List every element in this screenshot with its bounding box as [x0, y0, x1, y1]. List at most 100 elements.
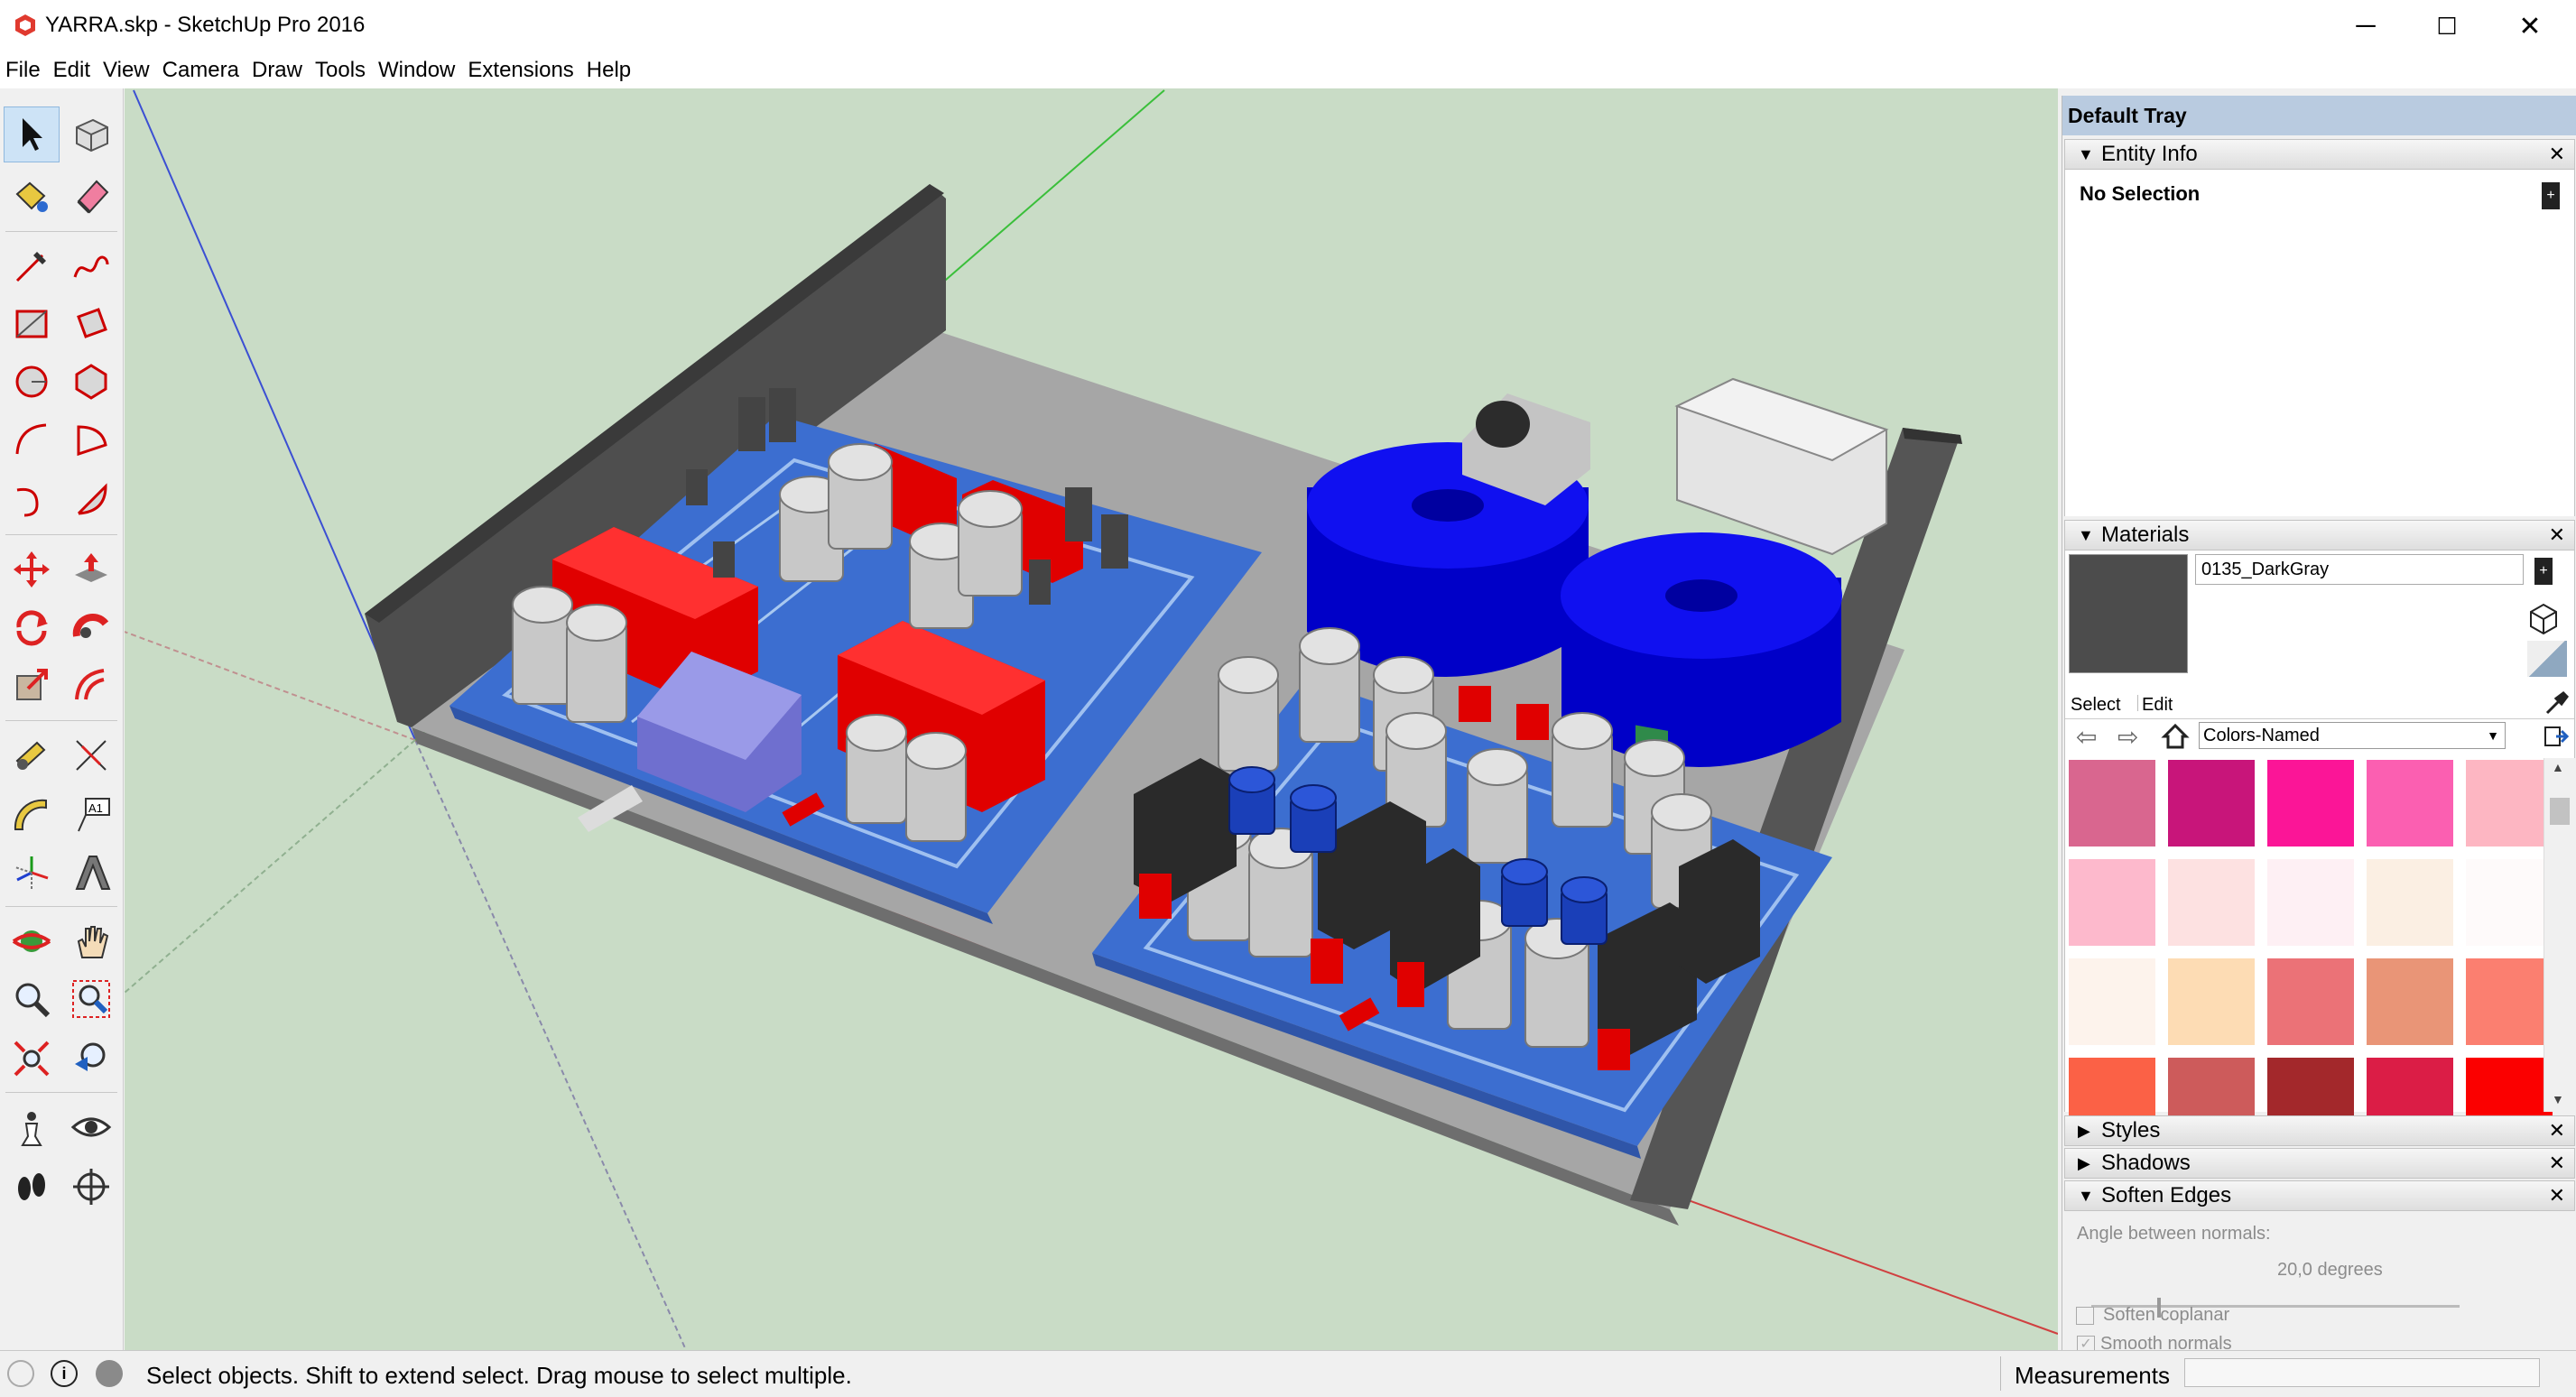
collapse-triangle-icon[interactable]: ▼: [2078, 140, 2094, 169]
eraser-tool-icon[interactable]: [63, 168, 119, 224]
menu-edit[interactable]: Edit: [53, 58, 90, 83]
material-name-field[interactable]: 0135_DarkGray: [2195, 554, 2524, 585]
maximize-button[interactable]: ☐: [2406, 7, 2488, 45]
close-icon[interactable]: ✕: [2549, 521, 2565, 550]
two-point-arc-tool-icon[interactable]: [4, 471, 60, 527]
swatch-scrollbar[interactable]: ▲ ▼: [2544, 758, 2575, 1112]
material-swatch[interactable]: [2367, 958, 2453, 1045]
user-signin-icon[interactable]: [96, 1360, 123, 1387]
material-swatch[interactable]: [2168, 760, 2255, 847]
material-swatch[interactable]: [2069, 859, 2155, 946]
material-swatch[interactable]: [2466, 859, 2553, 946]
expand-triangle-icon[interactable]: ▶: [2078, 1149, 2090, 1178]
menu-extensions[interactable]: Extensions: [468, 58, 573, 83]
section-plane-tool-icon[interactable]: [63, 1159, 119, 1215]
modeling-viewport[interactable]: [125, 88, 2058, 1350]
details-toggle-icon[interactable]: +: [2534, 558, 2553, 585]
create-material-icon[interactable]: [2525, 599, 2562, 635]
material-swatch[interactable]: [2267, 760, 2354, 847]
3d-text-tool-icon[interactable]: [63, 845, 119, 901]
push-pull-tool-icon[interactable]: [63, 541, 119, 597]
library-select[interactable]: Colors-Named ▼: [2199, 722, 2506, 749]
tab-select[interactable]: Select: [2071, 695, 2121, 716]
three-point-arc-tool-icon[interactable]: [63, 471, 119, 527]
protractor-tool-icon[interactable]: [4, 787, 60, 843]
zoom-window-tool-icon[interactable]: [63, 971, 119, 1027]
close-icon[interactable]: ✕: [2549, 1116, 2565, 1145]
line-tool-icon[interactable]: [4, 238, 60, 294]
text-tool-icon[interactable]: A1: [63, 787, 119, 843]
circle-tool-icon[interactable]: [4, 354, 60, 410]
material-swatch[interactable]: [2367, 760, 2453, 847]
material-swatch[interactable]: [2069, 760, 2155, 847]
pan-tool-icon[interactable]: [63, 913, 119, 969]
scale-tool-icon[interactable]: [4, 657, 60, 713]
soften-coplanar-checkbox[interactable]: [2076, 1307, 2094, 1325]
shadows-panel-header[interactable]: ▶ Shadows ✕: [2064, 1148, 2575, 1179]
material-swatch[interactable]: [2069, 958, 2155, 1045]
collapse-triangle-icon[interactable]: ▼: [2078, 521, 2094, 550]
paint-bucket-tool-icon[interactable]: [4, 168, 60, 224]
soften-edges-panel-header[interactable]: ▼ Soften Edges ✕: [2064, 1180, 2575, 1211]
material-swatch[interactable]: [2466, 958, 2553, 1045]
material-swatch[interactable]: [2267, 958, 2354, 1045]
material-swatch[interactable]: [2367, 859, 2453, 946]
freehand-tool-icon[interactable]: [63, 238, 119, 294]
tab-edit[interactable]: Edit: [2137, 695, 2173, 711]
close-button[interactable]: ✕: [2489, 7, 2571, 45]
sample-paint-icon[interactable]: [2544, 689, 2571, 717]
menu-window[interactable]: Window: [378, 58, 455, 83]
orbit-tool-icon[interactable]: [4, 913, 60, 969]
entity-info-panel-header[interactable]: ▼ Entity Info ✕: [2064, 139, 2575, 170]
credits-info-icon[interactable]: i: [51, 1360, 78, 1387]
menu-help[interactable]: Help: [587, 58, 631, 83]
menu-draw[interactable]: Draw: [252, 58, 302, 83]
geo-location-icon[interactable]: [7, 1360, 34, 1387]
details-arrow-icon[interactable]: [2544, 724, 2570, 749]
rectangle-tool-icon[interactable]: [4, 296, 60, 352]
measurements-input[interactable]: [2184, 1358, 2540, 1387]
select-tool-icon[interactable]: [4, 106, 60, 162]
previous-view-tool-icon[interactable]: [63, 1031, 119, 1087]
dimension-tool-icon[interactable]: [63, 727, 119, 783]
move-tool-icon[interactable]: [4, 541, 60, 597]
material-swatch[interactable]: [2267, 859, 2354, 946]
follow-me-tool-icon[interactable]: [63, 599, 119, 655]
collapse-triangle-icon[interactable]: ▼: [2078, 1181, 2094, 1210]
amplifier-3d-model[interactable]: [125, 88, 2058, 1350]
material-swatch[interactable]: [2168, 958, 2255, 1045]
material-swatch[interactable]: [2168, 859, 2255, 946]
minimize-button[interactable]: ─: [2325, 7, 2406, 45]
look-around-tool-icon[interactable]: [63, 1099, 119, 1155]
materials-panel-header[interactable]: ▼ Materials ✕: [2064, 520, 2575, 550]
zoom-tool-icon[interactable]: [4, 971, 60, 1027]
expand-triangle-icon[interactable]: ▶: [2078, 1116, 2090, 1145]
menu-file[interactable]: File: [5, 58, 41, 83]
position-camera-tool-icon[interactable]: [4, 1099, 60, 1155]
details-toggle-icon[interactable]: +: [2542, 182, 2560, 209]
offset-tool-icon[interactable]: [63, 657, 119, 713]
back-arrow-icon[interactable]: ⇦: [2076, 722, 2097, 752]
pie-tool-icon[interactable]: [63, 412, 119, 467]
close-icon[interactable]: ✕: [2549, 140, 2565, 169]
zoom-extents-tool-icon[interactable]: [4, 1031, 60, 1087]
close-icon[interactable]: ✕: [2549, 1181, 2565, 1210]
polygon-tool-icon[interactable]: [63, 354, 119, 410]
rotated-rectangle-tool-icon[interactable]: [63, 296, 119, 352]
walk-tool-icon[interactable]: [4, 1159, 60, 1215]
home-icon[interactable]: [2161, 722, 2190, 751]
menu-tools[interactable]: Tools: [315, 58, 366, 83]
material-preview-swatch[interactable]: [2069, 554, 2188, 673]
tape-measure-tool-icon[interactable]: [4, 727, 60, 783]
material-swatch[interactable]: [2466, 760, 2553, 847]
make-component-tool-icon[interactable]: [63, 106, 119, 162]
styles-panel-header[interactable]: ▶ Styles ✕: [2064, 1115, 2575, 1146]
axes-tool-icon[interactable]: [4, 845, 60, 901]
forward-arrow-icon[interactable]: ⇨: [2117, 722, 2138, 752]
rotate-tool-icon[interactable]: [4, 599, 60, 655]
arc-tool-icon[interactable]: [4, 412, 60, 467]
menu-camera[interactable]: Camera: [162, 58, 239, 83]
default-material-icon[interactable]: [2527, 641, 2567, 677]
close-icon[interactable]: ✕: [2549, 1149, 2565, 1178]
menu-view[interactable]: View: [103, 58, 150, 83]
